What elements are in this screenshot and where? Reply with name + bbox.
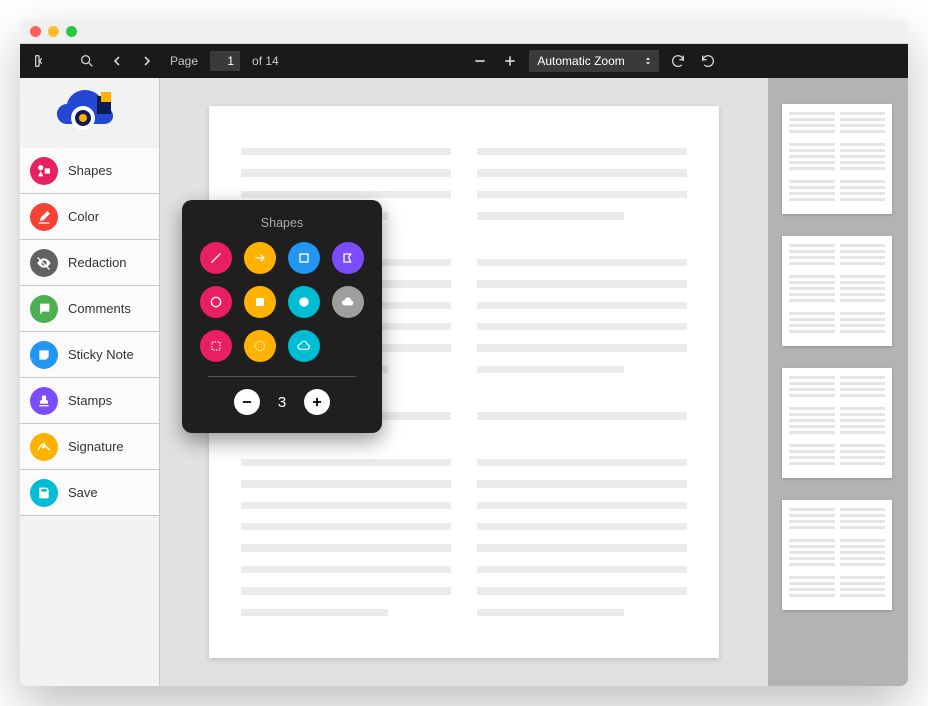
- shape-filled-circle[interactable]: [288, 286, 320, 318]
- page-total-label: of 14: [252, 54, 279, 68]
- prev-page-button[interactable]: [106, 50, 128, 72]
- signature-icon: [30, 433, 58, 461]
- page-label: Page: [170, 54, 198, 68]
- sidebar-item-comments[interactable]: Comments: [20, 286, 159, 332]
- app-logo: [20, 78, 159, 148]
- shape-cloud-filled[interactable]: [332, 286, 364, 318]
- rotate-ccw-button[interactable]: [697, 50, 719, 72]
- sidebar-item-label: Color: [68, 209, 99, 224]
- shape-line[interactable]: [200, 242, 232, 274]
- shapes-icon: [30, 157, 58, 185]
- shapes-popup: Shapes: [182, 200, 382, 433]
- thumbnail[interactable]: [782, 104, 892, 214]
- thumbnail[interactable]: [782, 368, 892, 478]
- shape-cloud-outline[interactable]: [288, 330, 320, 362]
- close-window-button[interactable]: [30, 26, 41, 37]
- sidebar-item-color[interactable]: Color: [20, 194, 159, 240]
- toggle-sidebar-button[interactable]: [30, 50, 52, 72]
- sidebar-item-shapes[interactable]: Shapes: [20, 148, 159, 194]
- sidebar-item-label: Comments: [68, 301, 131, 316]
- comments-icon: [30, 295, 58, 323]
- toolbar: Page of 14 Automatic Zoom: [20, 44, 908, 78]
- zoom-select-label: Automatic Zoom: [537, 54, 624, 68]
- sidebar-item-label: Save: [68, 485, 98, 500]
- maximize-window-button[interactable]: [66, 26, 77, 37]
- shapes-grid: [200, 242, 364, 362]
- app-window: Page of 14 Automatic Zoom: [20, 20, 908, 686]
- page-column-right: [477, 148, 687, 616]
- page-number-input[interactable]: [210, 51, 240, 71]
- zoom-select[interactable]: Automatic Zoom: [529, 50, 659, 72]
- color-icon: [30, 203, 58, 231]
- sidebar: Shapes Color Redaction Comments: [20, 78, 160, 686]
- shape-dotted-rect[interactable]: [200, 330, 232, 362]
- rotate-cw-button[interactable]: [667, 50, 689, 72]
- sidebar-item-stamps[interactable]: Stamps: [20, 378, 159, 424]
- sidebar-item-redaction[interactable]: Redaction: [20, 240, 159, 286]
- thumbnail-panel: [768, 78, 908, 686]
- redaction-icon: [30, 249, 58, 277]
- zoom-in-button[interactable]: [499, 50, 521, 72]
- sidebar-item-signature[interactable]: Signature: [20, 424, 159, 470]
- search-button[interactable]: [76, 50, 98, 72]
- sidebar-item-label: Shapes: [68, 163, 112, 178]
- next-page-button[interactable]: [136, 50, 158, 72]
- zoom-out-button[interactable]: [469, 50, 491, 72]
- save-icon: [30, 479, 58, 507]
- shapes-popup-title: Shapes: [200, 216, 364, 230]
- shape-polygon[interactable]: [332, 242, 364, 274]
- sidebar-item-label: Redaction: [68, 255, 127, 270]
- sidebar-item-sticky-note[interactable]: Sticky Note: [20, 332, 159, 378]
- thumbnail[interactable]: [782, 236, 892, 346]
- shape-dotted-circle[interactable]: [244, 330, 276, 362]
- thumbnail[interactable]: [782, 500, 892, 610]
- stroke-width-control: 3: [200, 389, 364, 415]
- divider: [208, 376, 356, 377]
- shape-circle[interactable]: [200, 286, 232, 318]
- shape-filled-rect[interactable]: [244, 286, 276, 318]
- sticky-note-icon: [30, 341, 58, 369]
- stroke-width-value: 3: [278, 394, 286, 411]
- window-titlebar: [20, 20, 908, 44]
- increase-stroke-button[interactable]: [304, 389, 330, 415]
- content-area: Shapes Color Redaction Comments: [20, 78, 908, 686]
- minimize-window-button[interactable]: [48, 26, 59, 37]
- sidebar-item-label: Sticky Note: [68, 347, 134, 362]
- decrease-stroke-button[interactable]: [234, 389, 260, 415]
- stamps-icon: [30, 387, 58, 415]
- shape-arrow[interactable]: [244, 242, 276, 274]
- sidebar-item-save[interactable]: Save: [20, 470, 159, 516]
- shape-rectangle[interactable]: [288, 242, 320, 274]
- sidebar-item-label: Stamps: [68, 393, 112, 408]
- sidebar-item-label: Signature: [68, 439, 124, 454]
